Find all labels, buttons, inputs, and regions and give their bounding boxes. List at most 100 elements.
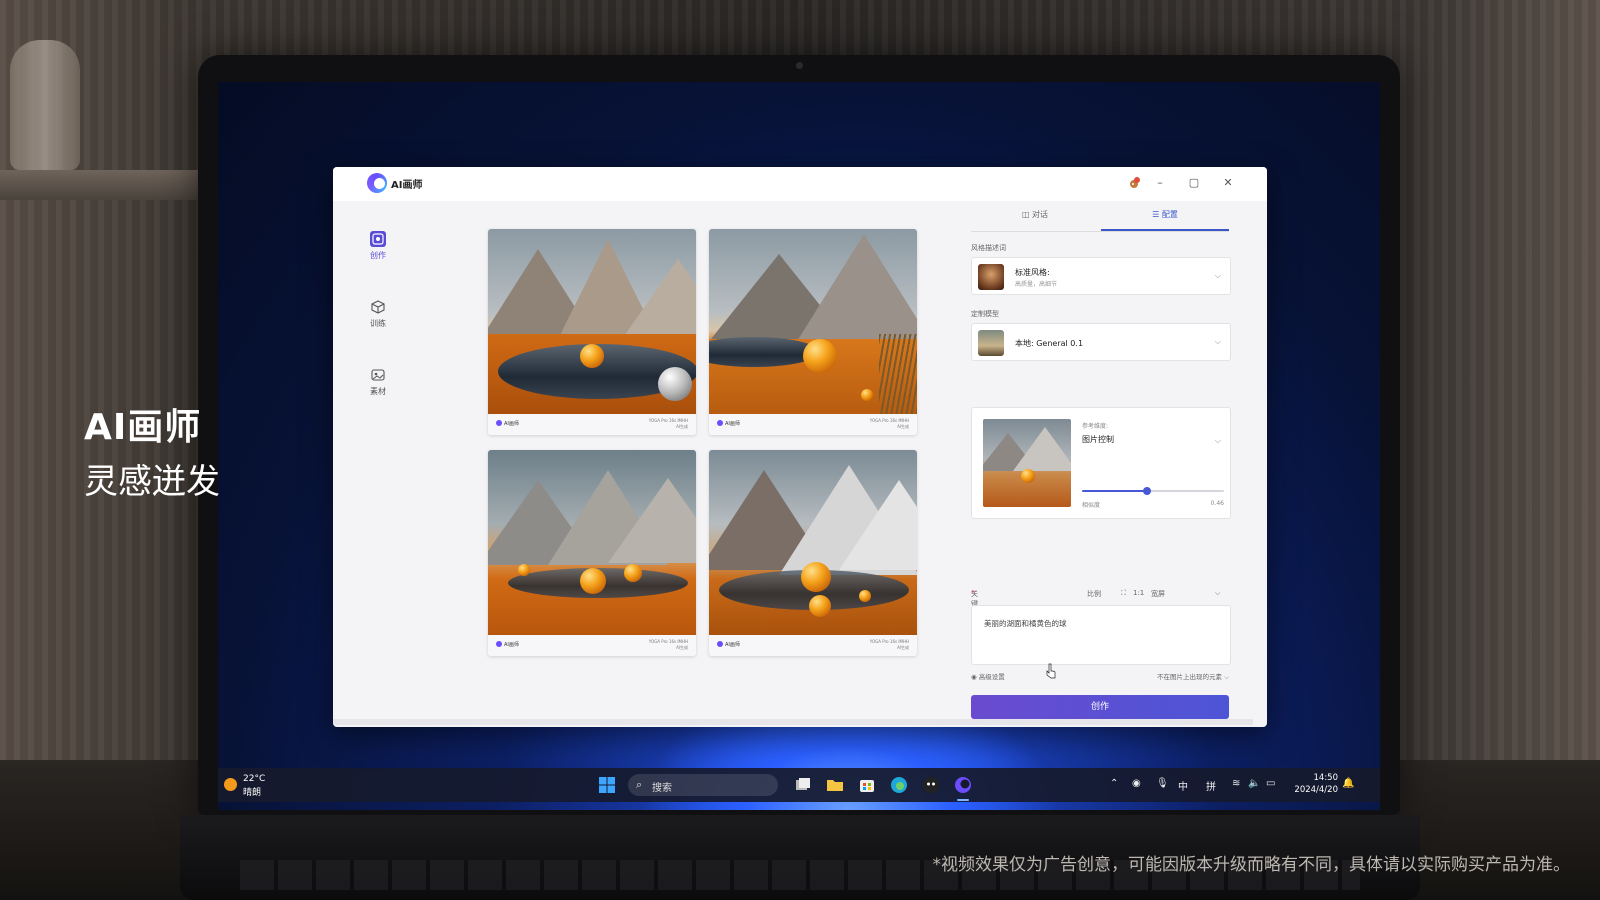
generated-image[interactable] bbox=[488, 450, 696, 635]
microphone-icon[interactable]: 🎙 bbox=[1156, 778, 1169, 789]
store-icon[interactable] bbox=[858, 776, 876, 794]
maximize-button[interactable]: ▢ bbox=[1185, 175, 1203, 191]
card-brand: AI画师 bbox=[717, 420, 740, 427]
palette-icon bbox=[370, 231, 386, 247]
weather-temperature: 22°C bbox=[243, 774, 266, 784]
model-title: 本地: General 0.1 bbox=[1015, 339, 1084, 348]
chevron-down-icon: ⌵ bbox=[1214, 337, 1221, 346]
style-section-label: 风格描述词 bbox=[971, 244, 1006, 252]
generated-image[interactable] bbox=[709, 229, 917, 414]
cube-icon bbox=[371, 300, 385, 314]
chat-icon: ◫ bbox=[1021, 210, 1030, 219]
tab-chat[interactable]: ◫ 对话 bbox=[971, 209, 1099, 220]
panel-tabs: ◫ 对话 ☰ 配置 bbox=[971, 201, 1229, 232]
advanced-settings-toggle[interactable]: ◉ 高级设置 bbox=[971, 671, 1005, 681]
model-select[interactable]: 本地: General 0.1 ⌵ bbox=[971, 323, 1231, 361]
style-title: 标准风格: bbox=[1015, 268, 1050, 277]
ai-painter-app-icon[interactable] bbox=[954, 776, 972, 794]
disclaimer-text: *视频效果仅为广告创意，可能因版本升级而略有不同，具体请以实际购买产品为准。 bbox=[932, 855, 1571, 875]
ratio-label: 比例 bbox=[1087, 590, 1101, 598]
generated-image[interactable] bbox=[488, 229, 696, 414]
card-model: YOGA Pro 16s IMHH AI生成 bbox=[648, 418, 688, 429]
similarity-value: 0.46 bbox=[1210, 500, 1224, 507]
file-explorer-icon[interactable] bbox=[826, 776, 844, 794]
prompt-input[interactable]: 美丽的湖面和橘黄色的球 bbox=[971, 605, 1231, 665]
reference-dimension-label: 参考维度: bbox=[1082, 423, 1109, 430]
eye-icon: ◉ bbox=[971, 673, 977, 681]
sidebar-item-train[interactable]: 训练 bbox=[358, 299, 398, 329]
mascot-icon[interactable] bbox=[1128, 176, 1142, 190]
battery-icon[interactable]: ▭ bbox=[1266, 778, 1275, 789]
assistant-app-icon[interactable] bbox=[922, 776, 940, 794]
generated-image[interactable] bbox=[709, 450, 917, 635]
card-footer: AI画师 YOGA Pro 16s IMHH AI生成 bbox=[709, 414, 917, 435]
negative-prompt-toggle[interactable]: 不在图片上出现的元素 ⌵ bbox=[1157, 671, 1229, 682]
settings-list-icon: ☰ bbox=[1152, 210, 1160, 219]
sidebar: 创作 训练 素材 bbox=[333, 201, 423, 727]
result-card[interactable]: AI画师 YOGA Pro 16s IMHH AI生成 bbox=[709, 229, 917, 435]
background-vase bbox=[10, 40, 80, 170]
close-button[interactable]: ✕ bbox=[1219, 175, 1237, 191]
chevron-down-icon[interactable]: ⌵ bbox=[1215, 436, 1221, 446]
card-model: YOGA Pro 16s IMHH AI生成 bbox=[648, 639, 688, 650]
search-placeholder: 搜索 bbox=[652, 783, 672, 794]
tab-config[interactable]: ☰ 配置 bbox=[1101, 209, 1229, 220]
advanced-row: ◉ 高级设置 不在图片上出现的元素 ⌵ bbox=[971, 671, 1229, 683]
minimize-button[interactable]: – bbox=[1151, 175, 1169, 191]
style-subtitle: 高质量，高细节 bbox=[1015, 281, 1058, 288]
card-footer: AI画师 YOGA Pro 16s IMHH AI生成 bbox=[488, 414, 696, 435]
model-section-label: 定制模型 bbox=[971, 310, 999, 318]
result-card[interactable]: AI画师 YOGA Pro 16s IMHH AI生成 bbox=[488, 229, 696, 435]
app-window: AI画师 – ▢ ✕ 创作 训练 素材 AI画师 YOGA Pro 16s IM… bbox=[333, 167, 1267, 727]
system-clock[interactable]: 14:50 2024/4/20 bbox=[1288, 772, 1338, 796]
windows-start-icon[interactable] bbox=[598, 776, 616, 794]
speaker-muted-icon[interactable]: 🔈 bbox=[1248, 778, 1260, 789]
promo-tagline: 灵感迸发 bbox=[84, 462, 220, 502]
title-bar[interactable]: AI画师 – ▢ ✕ bbox=[333, 167, 1267, 201]
tray-overflow-icon[interactable]: ⌃ bbox=[1110, 778, 1118, 789]
app-logo-icon bbox=[367, 173, 387, 193]
chevron-down-icon[interactable]: ⌵ bbox=[1215, 589, 1220, 598]
sun-icon bbox=[224, 778, 237, 791]
sidebar-item-label: 素材 bbox=[370, 387, 386, 396]
create-button[interactable]: 创作 bbox=[971, 695, 1229, 719]
weather-condition: 晴朗 bbox=[243, 788, 262, 798]
clock-time: 14:50 bbox=[1313, 773, 1339, 783]
config-panel: ◫ 对话 ☰ 配置 风格描述词 标准风格: 高质量，高细节 ⌵ 定制模型 本地:… bbox=[971, 201, 1233, 727]
similarity-slider[interactable] bbox=[1082, 487, 1224, 495]
image-icon bbox=[371, 369, 385, 381]
promo-headline: AI画师 bbox=[84, 407, 202, 448]
aspect-ratio-icon: ⛶ bbox=[1121, 589, 1126, 597]
slider-fill bbox=[1082, 490, 1148, 492]
result-card[interactable]: AI画师 YOGA Pro 16s IMHH AI生成 bbox=[488, 450, 696, 656]
search-icon: ⌕ bbox=[636, 778, 643, 791]
ime-input-method[interactable]: 拼 bbox=[1206, 778, 1216, 793]
similarity-label: 相似度 bbox=[1082, 502, 1101, 509]
ratio-name[interactable]: 宽屏 bbox=[1151, 589, 1165, 599]
wifi-icon[interactable]: ≋ bbox=[1232, 778, 1240, 789]
style-select[interactable]: 标准风格: 高质量，高细节 ⌵ bbox=[971, 257, 1231, 295]
taskbar: 22°C 晴朗 ⌕ 搜索 ⌃ ◉ 🎙 中 拼 ≋ 🔈 ▭ 14:50 2024/… bbox=[218, 768, 1380, 802]
ratio-value[interactable]: 1:1 bbox=[1133, 589, 1144, 597]
reference-dimension-value[interactable]: 图片控制 bbox=[1082, 434, 1114, 445]
app-title: AI画师 bbox=[391, 180, 423, 191]
task-view-icon[interactable] bbox=[794, 776, 812, 794]
horizontal-scrollbar[interactable] bbox=[333, 719, 1253, 725]
style-thumbnail bbox=[978, 264, 1004, 290]
reference-image-card: 参考维度: 图片控制 ⌵ 相似度 0.46 bbox=[971, 407, 1231, 519]
ime-mode[interactable]: 中 bbox=[1178, 778, 1188, 793]
card-brand: AI画师 bbox=[496, 641, 519, 648]
webcam bbox=[796, 62, 803, 69]
keyword-row: 关键词* 比例 ⛶ 1:1 宽屏 ⌵ bbox=[971, 589, 1221, 618]
sidebar-item-create[interactable]: 创作 bbox=[358, 231, 398, 261]
chevron-down-icon: ⌵ bbox=[1214, 271, 1221, 280]
edge-browser-icon[interactable] bbox=[890, 776, 908, 794]
sidebar-item-materials[interactable]: 素材 bbox=[358, 367, 398, 397]
taskbar-search[interactable]: ⌕ 搜索 bbox=[628, 774, 778, 796]
notification-bell-icon[interactable]: 🔔 bbox=[1342, 778, 1354, 789]
reference-image[interactable] bbox=[983, 419, 1071, 507]
clock-date: 2024/4/20 bbox=[1294, 785, 1338, 795]
slider-handle[interactable] bbox=[1143, 487, 1152, 495]
tray-app-icon[interactable]: ◉ bbox=[1132, 778, 1141, 789]
result-card[interactable]: AI画师 YOGA Pro 16s IMHH AI生成 bbox=[709, 450, 917, 656]
